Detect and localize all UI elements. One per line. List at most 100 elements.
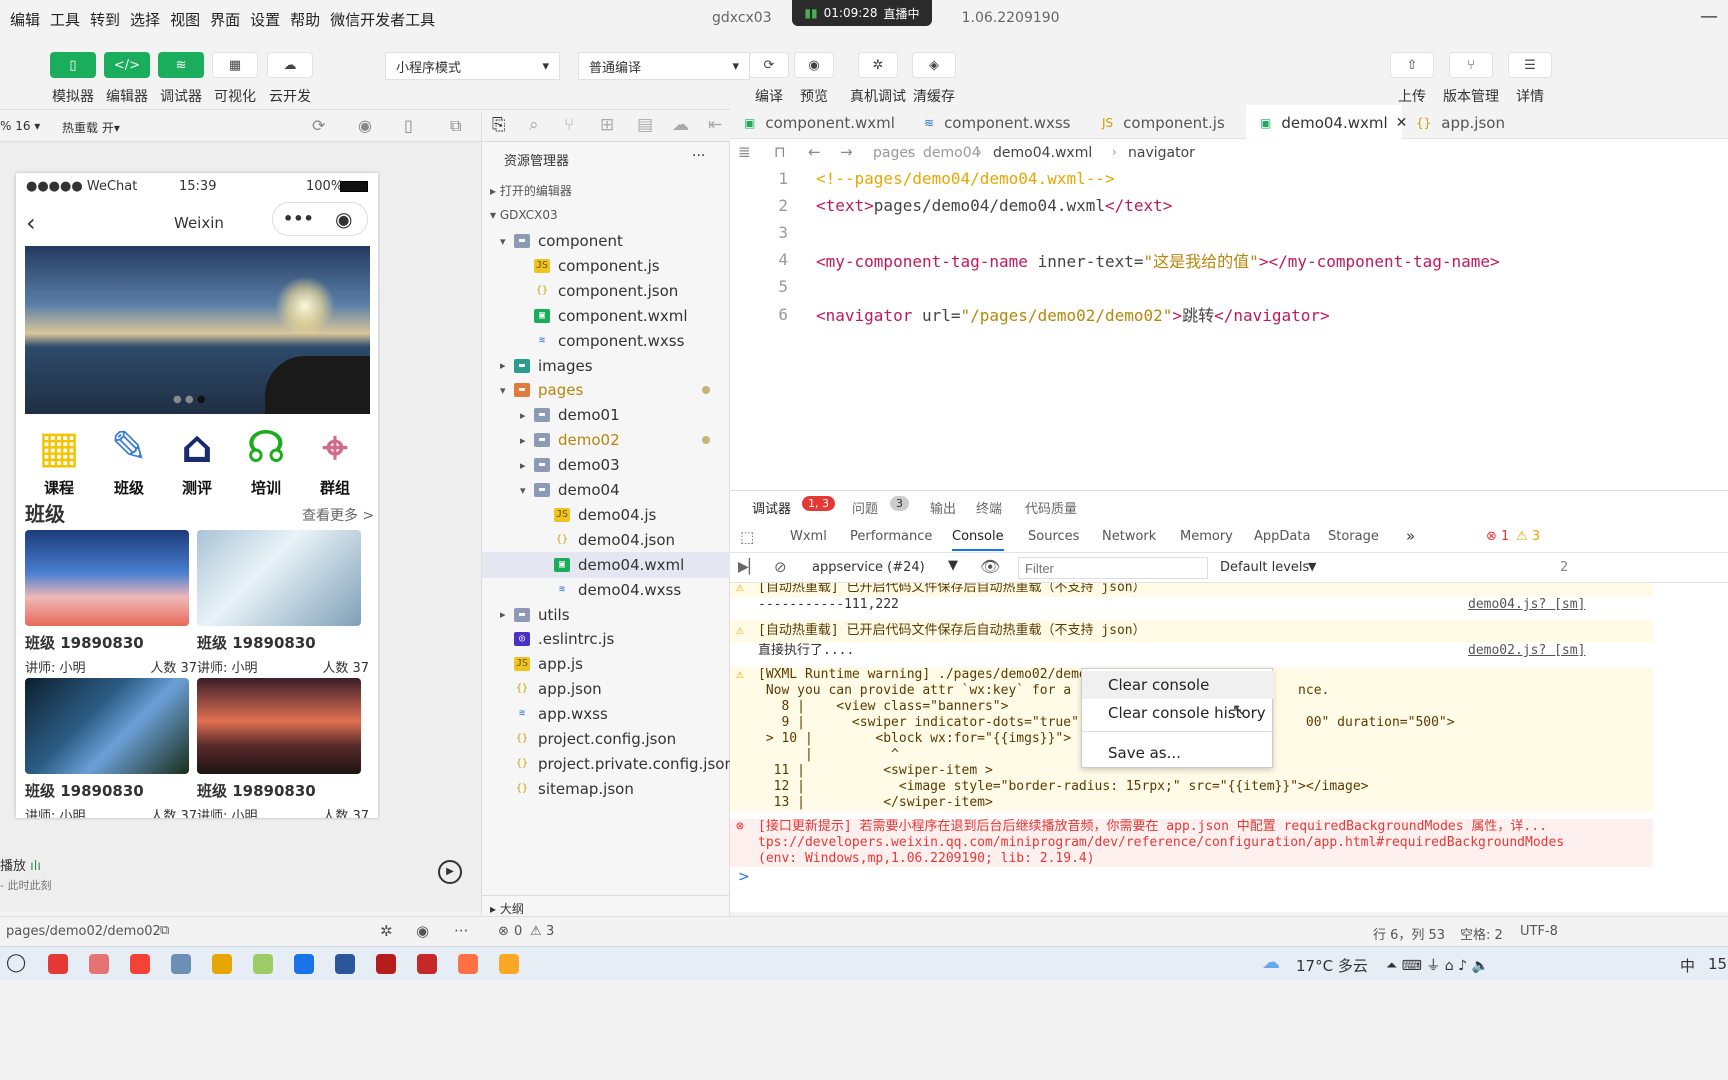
menu-item-2[interactable]: 转到 <box>90 9 120 30</box>
taskbar-app-icon[interactable] <box>294 954 314 974</box>
indent-setting[interactable]: 空格: 2 <box>1460 924 1503 943</box>
chevron-right-icon[interactable]: ▸ <box>500 608 514 621</box>
icon-item-2[interactable]: ⌂ 测评 <box>166 423 228 498</box>
devtools-tab-memory[interactable]: Memory <box>1180 529 1233 544</box>
banner-swiper[interactable]: ● ● ● <box>25 246 370 414</box>
tree-item[interactable]: ▾ ▬ demo04 <box>482 477 757 503</box>
tab-component-wxss[interactable]: ≋ component.wxss <box>910 105 1088 141</box>
code-line[interactable]: 6 <navigator url="/pages/demo02/demo02">跳… <box>730 299 1329 329</box>
class-card[interactable]: 班级 19890830 讲师: 小明 人数 37 <box>197 530 369 676</box>
mode-select[interactable]: 小程序模式 ▾ <box>385 52 560 80</box>
icon-item-0[interactable]: ▦ 课程 <box>28 423 90 498</box>
play-icon[interactable]: ▶ <box>438 860 462 884</box>
menu-item-4[interactable]: 视图 <box>170 9 200 30</box>
search-icon[interactable]: ◯ <box>6 952 26 973</box>
filter-input[interactable] <box>1018 557 1208 579</box>
minimize-icon[interactable]: — <box>1700 6 1718 27</box>
devtools-tab-appdata[interactable]: AppData <box>1254 529 1310 544</box>
devtools-tab-network[interactable]: Network <box>1102 529 1156 544</box>
files-icon[interactable]: ⎘ <box>492 115 506 135</box>
toolbar-debug-button[interactable]: ≋ 调试器 <box>158 52 204 106</box>
close-circle-icon[interactable]: ◉ <box>335 207 352 231</box>
chevron-down-icon[interactable]: ▾ <box>500 384 514 397</box>
context-select[interactable]: appservice (#24) <box>812 560 925 575</box>
icon-item-4[interactable]: ⌖ 群组 <box>304 423 366 498</box>
levels-select[interactable]: Default levels <box>1220 560 1309 575</box>
toolbar-phone-button[interactable]: ▯ 模拟器 <box>50 52 96 106</box>
tree-item[interactable]: ▸ ▬ utils <box>482 602 757 628</box>
tree-item[interactable]: ▸ ▬ demo02 <box>482 427 757 453</box>
tree-item[interactable]: {} app.json <box>482 676 757 702</box>
toolbar-layers-button[interactable]: ◈ 清缓存 <box>912 52 956 106</box>
capsule-button[interactable]: ••• ◉ <box>272 202 368 236</box>
console-source-link[interactable]: demo04.js? [sm] <box>1468 597 1585 613</box>
taskbar-app-icon[interactable] <box>458 954 478 974</box>
breadcrumb-item[interactable]: demo04.wxml <box>993 145 1092 161</box>
toolbar-menu-button[interactable]: ☰ 详情 <box>1508 52 1552 106</box>
menu-item-8[interactable]: 微信开发者工具 <box>330 9 435 30</box>
taskbar-app-icon[interactable] <box>376 954 396 974</box>
bug-icon[interactable]: ✲ <box>380 922 393 940</box>
clock[interactable]: 15 <box>1708 955 1727 973</box>
breadcrumb-item[interactable]: demo04 <box>923 145 981 161</box>
tree-item[interactable]: ≋ component.wxss <box>482 328 757 354</box>
warning-icon[interactable]: ⚠ <box>530 924 542 939</box>
panel-tab-3[interactable]: 终端 <box>976 498 1002 517</box>
status-path[interactable]: pages/demo02/demo02 <box>6 924 161 939</box>
context-menu-item-2[interactable]: Save as... <box>1082 739 1274 767</box>
list-icon[interactable]: ≣ <box>738 143 751 161</box>
toolbar-layout-button[interactable]: ▦ 可视化 <box>212 52 258 106</box>
code-line[interactable]: 2 <text>pages/demo04/demo04.wxml</text> <box>730 190 1172 220</box>
more-link[interactable]: 查看更多 > <box>302 505 374 525</box>
chevron-down-icon[interactable]: ▾ <box>500 235 514 248</box>
card-image[interactable] <box>25 530 189 626</box>
toolbar-branch-button[interactable]: ⑂ 版本管理 <box>1443 52 1499 106</box>
eye-icon[interactable]: ◉ <box>416 922 429 940</box>
code-line[interactable]: 4 <my-component-tag-name inner-text="这是我给… <box>730 245 1499 275</box>
devtools-tab-console[interactable]: Console <box>952 529 1004 551</box>
devtools-tab-sources[interactable]: Sources <box>1028 529 1079 544</box>
swiper-dots[interactable]: ● ● ● <box>173 394 206 405</box>
card-image[interactable] <box>197 678 361 774</box>
back-icon[interactable]: ‹ <box>26 209 36 237</box>
chevron-right-icon[interactable]: ▸ <box>520 434 534 447</box>
error-count[interactable]: ⊗ 1 <box>1486 529 1509 544</box>
chevron-right-icon[interactable]: ▸ <box>520 459 534 472</box>
card-image[interactable] <box>197 530 361 626</box>
chevron-right-icon[interactable]: ▸ <box>520 409 534 422</box>
more-icon[interactable]: ··· <box>454 922 468 940</box>
tab-component-js[interactable]: JS component.js <box>1088 105 1246 141</box>
taskbar-app-icon[interactable] <box>499 954 519 974</box>
taskbar-app-icon[interactable] <box>171 954 191 974</box>
tree-item[interactable]: {} project.config.json <box>482 726 757 752</box>
class-card[interactable]: 班级 19890830 讲师: 小明 人数 37 <box>25 530 197 676</box>
console-prompt[interactable]: > <box>738 869 750 885</box>
panel-tab-0[interactable]: 调试器 <box>752 498 791 517</box>
tree-item[interactable]: ▣ demo04.wxml <box>482 551 757 578</box>
tree-item[interactable]: JS demo04.js <box>482 502 757 528</box>
taskbar-app-icon[interactable] <box>417 954 437 974</box>
tree-item[interactable]: ▾ ▬ component <box>482 228 757 254</box>
panel-tab-2[interactable]: 输出 <box>930 498 956 517</box>
devtools-tab-performance[interactable]: Performance <box>850 529 932 544</box>
toolbar-bug-button[interactable]: ✲ 真机调试 <box>850 52 906 106</box>
code-line[interactable]: 3 <box>730 217 816 247</box>
copy-icon[interactable]: ⧉ <box>160 923 169 938</box>
zoom-select[interactable]: % 16 ▾ <box>0 119 40 133</box>
dropdown-arrow-icon[interactable]: ▼ <box>948 558 958 573</box>
project-section[interactable]: ▾ GDXCX03 <box>490 208 558 222</box>
chevron-right-icon[interactable]: ▸ <box>500 359 514 372</box>
class-card[interactable]: 班级 19890830 讲师: 小明 人数 37 <box>25 678 197 818</box>
tree-item[interactable]: ▸ ▬ demo03 <box>482 452 757 478</box>
tree-item[interactable]: JS app.js <box>482 651 757 677</box>
toolbar-code-button[interactable]: </> 编辑器 <box>104 52 150 106</box>
tree-item[interactable]: ≋ app.wxss <box>482 701 757 727</box>
inspect-icon[interactable]: ⬚ <box>740 528 754 546</box>
tree-item[interactable]: {} demo04.json <box>482 527 757 553</box>
warning-count[interactable]: ⚠ 3 <box>1516 529 1540 544</box>
taskbar-app-icon[interactable] <box>335 954 355 974</box>
taskbar-app-icon[interactable] <box>253 954 273 974</box>
tab-demo04-wxml[interactable]: ▣ demo04.wxml ✕ <box>1246 105 1407 141</box>
weather-text[interactable]: 17°C 多云 <box>1296 955 1368 976</box>
toolbar-upload-button[interactable]: ⇧ 上传 <box>1390 52 1434 106</box>
